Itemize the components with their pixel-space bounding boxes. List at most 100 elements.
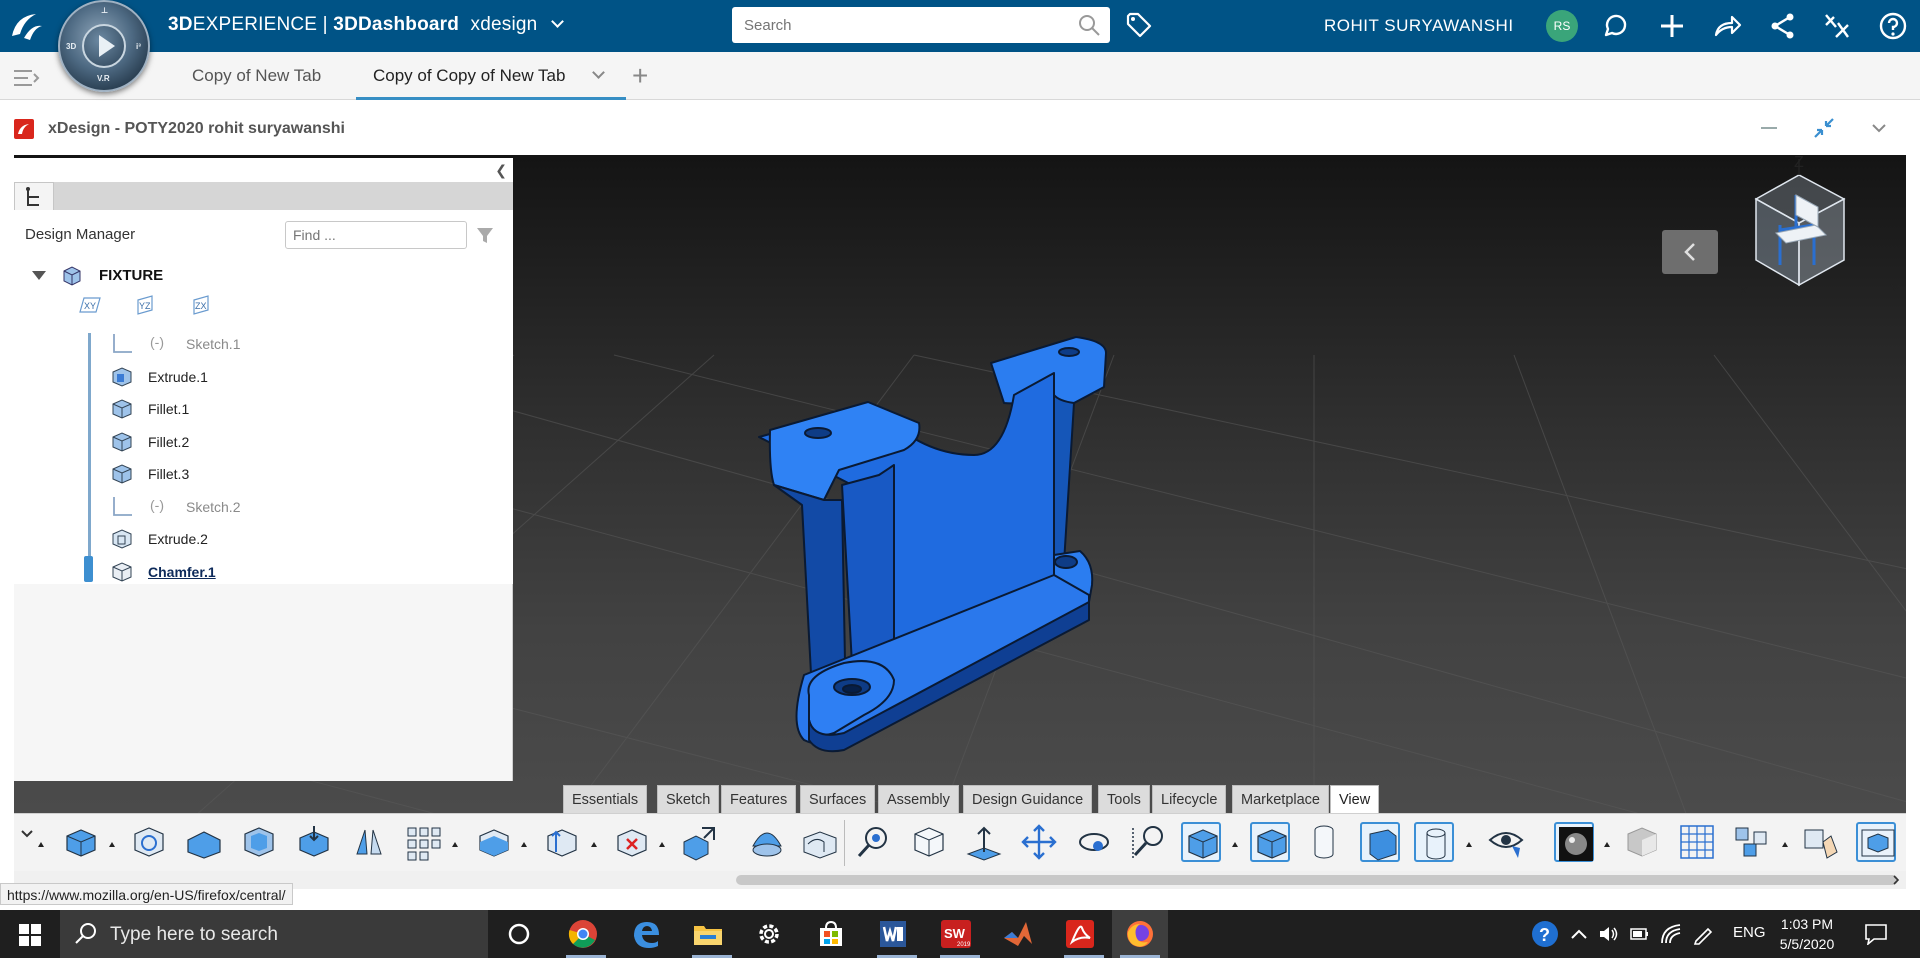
word-icon[interactable] <box>877 918 909 950</box>
tab-view[interactable]: View <box>1330 785 1380 813</box>
tab-design-guidance[interactable]: Design Guidance <box>963 785 1093 813</box>
store-icon[interactable] <box>815 918 847 950</box>
dropdown-arrow-icon[interactable] <box>1782 842 1788 847</box>
shell-command[interactable] <box>239 822 279 862</box>
sweep-command[interactable] <box>184 822 224 862</box>
tab-sketch[interactable]: Sketch <box>657 785 720 813</box>
help-icon[interactable] <box>1878 11 1908 41</box>
hide-show-command[interactable] <box>1486 822 1526 862</box>
transform-command[interactable] <box>680 822 720 862</box>
clock[interactable]: 1:03 PM 5/5/2020 <box>1772 914 1842 954</box>
rotate-command[interactable] <box>1074 822 1114 862</box>
dropdown-arrow-icon[interactable] <box>38 842 44 847</box>
avatar[interactable]: RS <box>1546 10 1578 42</box>
display-style-command[interactable] <box>1181 822 1221 862</box>
tab-features[interactable]: Features <box>721 785 797 813</box>
search-icon[interactable] <box>1078 14 1100 36</box>
volume-icon[interactable] <box>1598 924 1620 944</box>
section-command[interactable] <box>474 822 514 862</box>
scrollbar-thumb[interactable] <box>736 875 1898 885</box>
dropdown-arrow-icon[interactable] <box>1466 842 1472 847</box>
normal-to-command[interactable] <box>964 822 1004 862</box>
chat-icon[interactable] <box>1600 11 1630 41</box>
dropdown-arrow-icon[interactable] <box>1604 842 1610 847</box>
tree-item-fillet-3[interactable]: Fillet.3 <box>110 462 310 488</box>
cylinder-display-command[interactable] <box>1304 822 1344 862</box>
compass-widget[interactable]: ⊥ 3D i³ V.R <box>58 0 150 92</box>
tree-item-fillet-1[interactable]: Fillet.1 <box>110 397 310 423</box>
firefox-icon[interactable] <box>1124 918 1156 950</box>
mirror-command[interactable] <box>349 822 389 862</box>
solidworks-icon[interactable]: SW2019 <box>940 918 972 950</box>
edge-icon[interactable] <box>630 918 662 950</box>
tab-tools[interactable]: Tools <box>1098 785 1150 813</box>
battery-icon[interactable] <box>1630 926 1650 942</box>
tab-design-tree[interactable] <box>14 182 54 210</box>
view-cube[interactable]: Z X Y <box>1734 155 1904 305</box>
zoom-command[interactable] <box>854 822 894 862</box>
matlab-icon[interactable] <box>1002 918 1034 950</box>
tree-root-fixture[interactable]: FIXTURE <box>99 267 163 284</box>
light-command[interactable] <box>747 822 787 862</box>
move-face-command[interactable] <box>542 822 582 862</box>
pen-workspace-icon[interactable] <box>1692 923 1714 945</box>
cortana-icon[interactable] <box>503 918 535 950</box>
dropdown-arrow-icon[interactable] <box>659 842 665 847</box>
tab-essentials[interactable]: Essentials <box>563 785 648 813</box>
tray-expand-icon[interactable] <box>1570 928 1588 940</box>
3ds-logo-icon[interactable] <box>6 6 46 46</box>
extrude-command[interactable] <box>61 822 101 862</box>
play-icon[interactable] <box>99 35 115 57</box>
tree-item-fillet-2[interactable]: Fillet.2 <box>110 430 310 456</box>
chrome-icon[interactable] <box>567 918 599 950</box>
search-input[interactable] <box>732 7 1062 43</box>
minimize-icon[interactable] <box>1756 115 1782 141</box>
view-orientation-command[interactable] <box>909 822 949 862</box>
scroll-right-icon[interactable] <box>1890 874 1902 886</box>
help-tray-icon[interactable]: ? <box>1530 919 1560 949</box>
tab-lifecycle[interactable]: Lifecycle <box>1152 785 1227 813</box>
brand-title[interactable]: 3DEXPERIENCE | 3DDashboard xdesign <box>168 14 564 36</box>
find-input[interactable] <box>286 222 462 248</box>
realistic-render-command[interactable] <box>1554 822 1594 862</box>
shaded-command[interactable] <box>1250 822 1290 862</box>
network-share-icon[interactable] <box>1768 11 1798 41</box>
perspective-command[interactable] <box>1360 822 1400 862</box>
share-arrow-icon[interactable] <box>1712 11 1742 41</box>
dropdown-arrow-icon[interactable] <box>1232 842 1238 847</box>
user-name[interactable]: ROHIT SURYAWANSHI <box>1324 16 1514 36</box>
settings-gear-icon[interactable] <box>753 918 785 950</box>
taskbar-search[interactable]: Type here to search <box>60 910 488 958</box>
chevron-down-icon[interactable] <box>592 66 605 79</box>
dropdown-arrow-icon[interactable] <box>109 842 115 847</box>
dropdown-arrow-icon[interactable] <box>452 842 458 847</box>
notifications-icon[interactable] <box>1864 923 1888 945</box>
tree-item-sketch-1[interactable]: (-) Sketch.1 <box>110 332 310 358</box>
tab-surfaces[interactable]: Surfaces <box>800 785 876 813</box>
view-cube-collapse-button[interactable] <box>1662 230 1718 274</box>
tools-icon[interactable] <box>1822 11 1852 41</box>
tab-copy-of-new-tab[interactable]: Copy of New Tab <box>192 66 321 86</box>
explode-command[interactable] <box>1732 822 1772 862</box>
wifi-icon[interactable] <box>1660 923 1682 945</box>
tree-item-extrude-2[interactable]: Extrude.2 <box>110 527 310 553</box>
pan-command[interactable] <box>1019 822 1059 862</box>
appearance-command[interactable] <box>1622 822 1662 862</box>
measure-command[interactable] <box>1801 822 1841 862</box>
acrobat-icon[interactable] <box>1064 918 1096 950</box>
revolve-command[interactable] <box>129 822 169 862</box>
plus-icon[interactable] <box>1657 11 1687 41</box>
render-mode-command[interactable] <box>1856 822 1896 862</box>
plane-zx-icon[interactable]: ZX <box>188 294 214 316</box>
filter-icon[interactable] <box>474 224 496 246</box>
pattern-command[interactable] <box>404 822 444 862</box>
tree-item-extrude-1[interactable]: Extrude.1 <box>110 365 310 391</box>
zoom-to-area-command[interactable] <box>1129 822 1169 862</box>
draft-command[interactable] <box>294 822 334 862</box>
grid-command[interactable] <box>1677 822 1717 862</box>
tree-item-sketch-2[interactable]: (-) Sketch.2 <box>110 495 310 521</box>
plane-yz-icon[interactable]: YZ <box>132 294 158 316</box>
plane-xy-icon[interactable]: XY <box>76 294 102 316</box>
add-tab-icon[interactable]: + <box>632 62 648 90</box>
tab-marketplace[interactable]: Marketplace <box>1232 785 1329 813</box>
